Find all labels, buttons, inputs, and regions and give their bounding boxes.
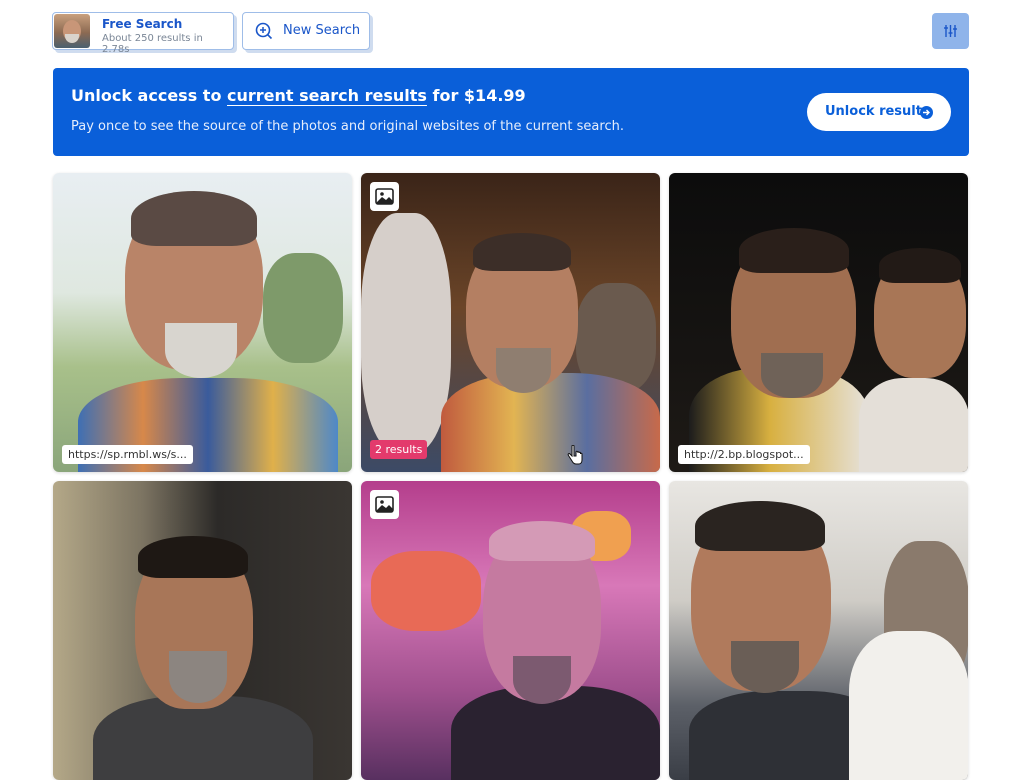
- result-card[interactable]: 2 results: [361, 173, 660, 472]
- arrow-right-icon: [920, 106, 933, 119]
- free-search-title: Free Search: [102, 17, 183, 31]
- free-search-stats: About 250 results in 2.78s: [102, 33, 203, 55]
- hand-cursor-icon: [567, 445, 583, 465]
- banner-headline-price: for $14.99: [426, 86, 526, 105]
- result-photo: [669, 173, 968, 472]
- source-url[interactable]: http://2.bp.blogspot...: [678, 445, 810, 464]
- image-icon: [370, 490, 399, 519]
- banner-description: Pay once to see the source of the photos…: [71, 119, 624, 134]
- unlock-results-button[interactable]: Unlock results: [807, 93, 951, 131]
- result-card[interactable]: https://sp.rmbl.ws/s...: [53, 173, 352, 472]
- result-photo: [361, 173, 660, 472]
- result-card[interactable]: [361, 481, 660, 780]
- result-card[interactable]: [53, 481, 352, 780]
- result-photo: [53, 481, 352, 780]
- result-photo: [669, 481, 968, 780]
- new-search-button[interactable]: New Search: [242, 12, 370, 50]
- result-card[interactable]: http://2.bp.blogspot...: [669, 173, 968, 472]
- banner-headline-link[interactable]: current search results: [227, 86, 427, 105]
- free-search-chip[interactable]: Free Search About 250 results in 2.78s: [52, 12, 234, 55]
- top-bar: Free Search About 250 results in 2.78s N…: [0, 0, 1024, 60]
- banner-headline-prefix: Unlock access to: [71, 86, 227, 105]
- image-icon: [370, 182, 399, 211]
- sliders-icon: [944, 25, 957, 37]
- result-card[interactable]: [669, 481, 968, 780]
- source-url[interactable]: https://sp.rmbl.ws/s...: [62, 445, 193, 464]
- result-photo: [361, 481, 660, 780]
- result-photo: [53, 173, 352, 472]
- banner-headline: Unlock access to current search results …: [71, 86, 526, 105]
- unlock-banner: Unlock access to current search results …: [53, 68, 969, 156]
- zoom-plus-icon: [255, 22, 273, 40]
- search-thumbnail: [54, 14, 90, 48]
- unlock-results-label: Unlock results: [825, 104, 930, 119]
- new-search-label: New Search: [283, 23, 361, 38]
- filter-button[interactable]: [932, 13, 969, 49]
- results-count-badge[interactable]: 2 results: [370, 440, 428, 459]
